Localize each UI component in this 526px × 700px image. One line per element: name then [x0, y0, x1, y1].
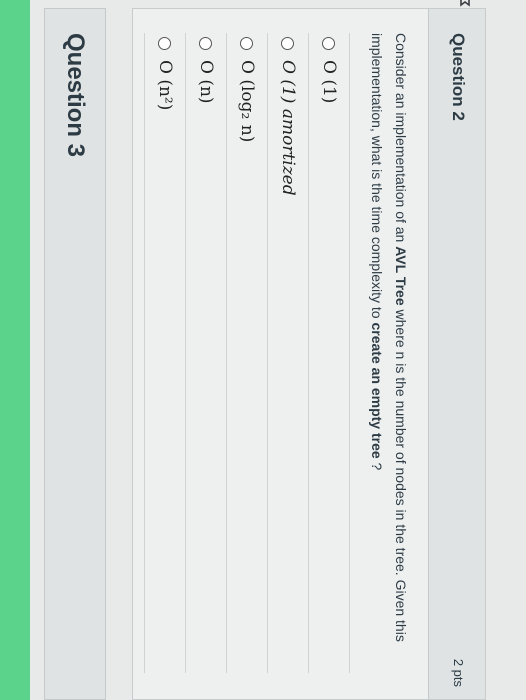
- answer-option[interactable]: O (1) amortized: [268, 33, 309, 673]
- question-2-card: Question 2 2 pts Consider an implementat…: [132, 0, 486, 700]
- accent-bar: [0, 0, 30, 700]
- radio-button[interactable]: [322, 37, 336, 50]
- flag-icon[interactable]: [453, 0, 471, 7]
- radio-button[interactable]: [199, 37, 213, 50]
- answer-option[interactable]: O (n²): [144, 33, 186, 673]
- answer-option[interactable]: O (log₂ n): [227, 33, 268, 673]
- answer-option[interactable]: O (n): [186, 33, 227, 673]
- quiz-page: Question 2 2 pts Consider an implementat…: [0, 0, 526, 700]
- answer-option[interactable]: O (1): [309, 33, 350, 673]
- question-text-bold: create an empty tree: [369, 322, 385, 459]
- question-2-header: Question 2 2 pts: [428, 0, 485, 699]
- question-title: Question 3: [62, 33, 89, 158]
- radio-button[interactable]: [158, 37, 172, 50]
- answer-list: O (1) O (1) amortized O (log₂ n) O (n) O…: [144, 33, 350, 673]
- answer-label: O (n): [196, 60, 216, 104]
- question-text-part: Consider an implementation of an: [393, 33, 409, 247]
- screen: Question 2 2 pts Consider an implementat…: [0, 0, 526, 700]
- answer-label: O (n²): [155, 60, 175, 111]
- question-text-part: ?: [369, 458, 385, 471]
- question-text-bold: AVL Tree: [393, 246, 409, 306]
- radio-button[interactable]: [240, 37, 254, 50]
- radio-button[interactable]: [281, 37, 295, 50]
- question-title: Question 2: [449, 33, 468, 121]
- answer-label: O (log₂ n): [237, 60, 257, 143]
- question-points: 2 pts: [451, 658, 466, 687]
- answer-label: O (1): [319, 60, 339, 104]
- answer-label: O (1) amortized: [278, 60, 298, 196]
- question-text: Consider an implementation of an AVL Tre…: [365, 33, 413, 673]
- question-3-card: Question 3: [44, 8, 106, 700]
